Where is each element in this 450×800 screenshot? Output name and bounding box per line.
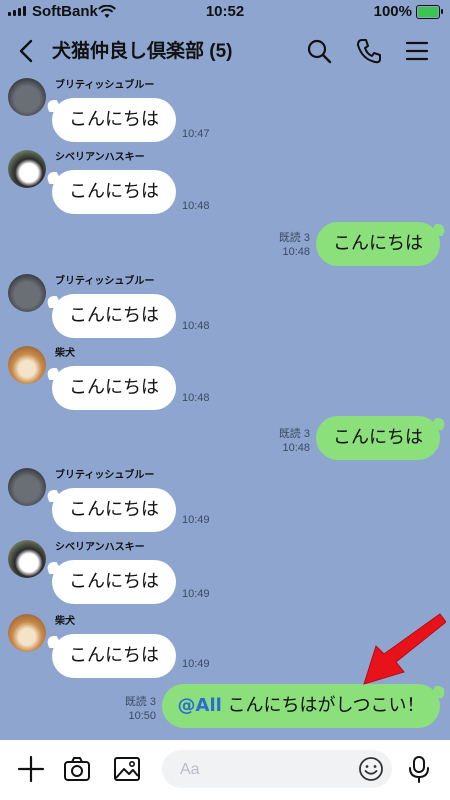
sender-name: ブリティッシュブルー	[55, 80, 155, 91]
message-bubble[interactable]: こんにちは	[316, 416, 440, 460]
message-time: 10:48	[182, 200, 210, 212]
sender-name: ブリティッシュブルー	[55, 276, 155, 287]
avatar-gray-cat[interactable]	[8, 78, 46, 116]
sender-name: ブリティッシュブルー	[55, 470, 155, 481]
status-bar: SoftBank 10:52 100%	[0, 0, 450, 26]
message-time: 10:48	[282, 442, 310, 454]
read-receipt: 既読 3	[278, 232, 310, 244]
emoji-icon[interactable]	[358, 756, 384, 782]
mention-all[interactable]: @All	[178, 695, 222, 716]
message-bubble[interactable]: こんにちは	[52, 488, 176, 532]
sender-name: シベリアンハスキー	[55, 152, 145, 163]
avatar-husky[interactable]	[8, 540, 46, 578]
avatar-husky[interactable]	[8, 150, 46, 188]
chat-header: 犬猫仲良し倶楽部 (5)	[0, 26, 450, 74]
battery-icon	[416, 5, 443, 19]
message-bubble[interactable]: こんにちは	[52, 294, 176, 338]
group-title: 犬猫仲良し倶楽部 (5)	[52, 41, 233, 62]
sender-name: シベリアンハスキー	[55, 542, 145, 553]
menu-icon[interactable]	[402, 36, 432, 66]
message-bubble[interactable]: こんにちは	[52, 560, 176, 604]
microphone-icon[interactable]	[404, 754, 434, 784]
back-chevron-icon[interactable]	[12, 36, 42, 66]
message-time: 10:47	[182, 128, 210, 140]
message-input[interactable]	[178, 750, 352, 790]
avatar-shiba[interactable]	[8, 346, 46, 384]
message-time: 10:48	[282, 246, 310, 258]
avatar-gray-cat[interactable]	[8, 468, 46, 506]
search-icon[interactable]	[304, 36, 334, 66]
phone-icon[interactable]	[354, 36, 384, 66]
read-receipt: 既読 3	[278, 428, 310, 440]
red-arrow-annotation	[363, 613, 446, 685]
message-bubble[interactable]: こんにちは	[52, 366, 176, 410]
message-time: 10:50	[128, 710, 156, 722]
image-icon[interactable]	[112, 754, 142, 784]
message-bubble[interactable]: こんにちは	[52, 98, 176, 142]
sender-name: 柴犬	[55, 616, 75, 627]
message-bubble[interactable]: こんにちは	[52, 170, 176, 214]
battery-percent: 100%	[373, 3, 412, 20]
message-time: 10:49	[182, 588, 210, 600]
avatar-gray-cat[interactable]	[8, 274, 46, 312]
message-bubble-mention[interactable]: @All こんにちはがしつこい！	[162, 684, 440, 728]
message-time: 10:49	[182, 658, 210, 670]
plus-icon[interactable]	[16, 754, 46, 784]
avatar-shiba[interactable]	[8, 614, 46, 652]
read-receipt: 既読 3	[124, 696, 156, 708]
message-time: 10:49	[182, 514, 210, 526]
message-time: 10:48	[182, 392, 210, 404]
camera-icon[interactable]	[62, 754, 92, 784]
sender-name: 柴犬	[55, 348, 75, 359]
message-bubble[interactable]: こんにちは	[316, 222, 440, 266]
message-bubble[interactable]: こんにちは	[52, 634, 176, 678]
message-input-container	[162, 750, 392, 790]
composer-bar	[0, 740, 450, 800]
message-text: こんにちはがしつこい！	[227, 695, 425, 716]
message-time: 10:48	[182, 320, 210, 332]
